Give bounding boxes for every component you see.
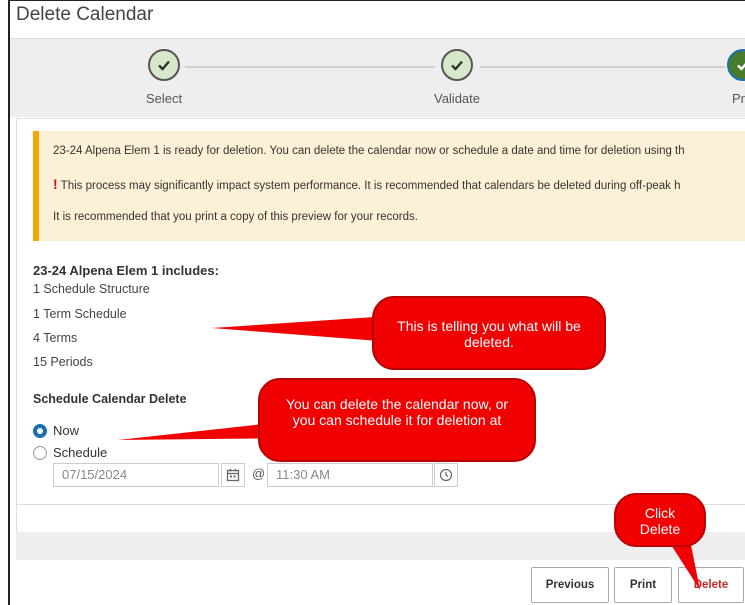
- callout-schedule: You can delete the calendar now, or you …: [258, 378, 536, 462]
- arrow-to-includes: [212, 316, 392, 342]
- callout-deleted: This is telling you what will be deleted…: [372, 296, 606, 370]
- callout-click-delete: Click Delete: [614, 493, 706, 547]
